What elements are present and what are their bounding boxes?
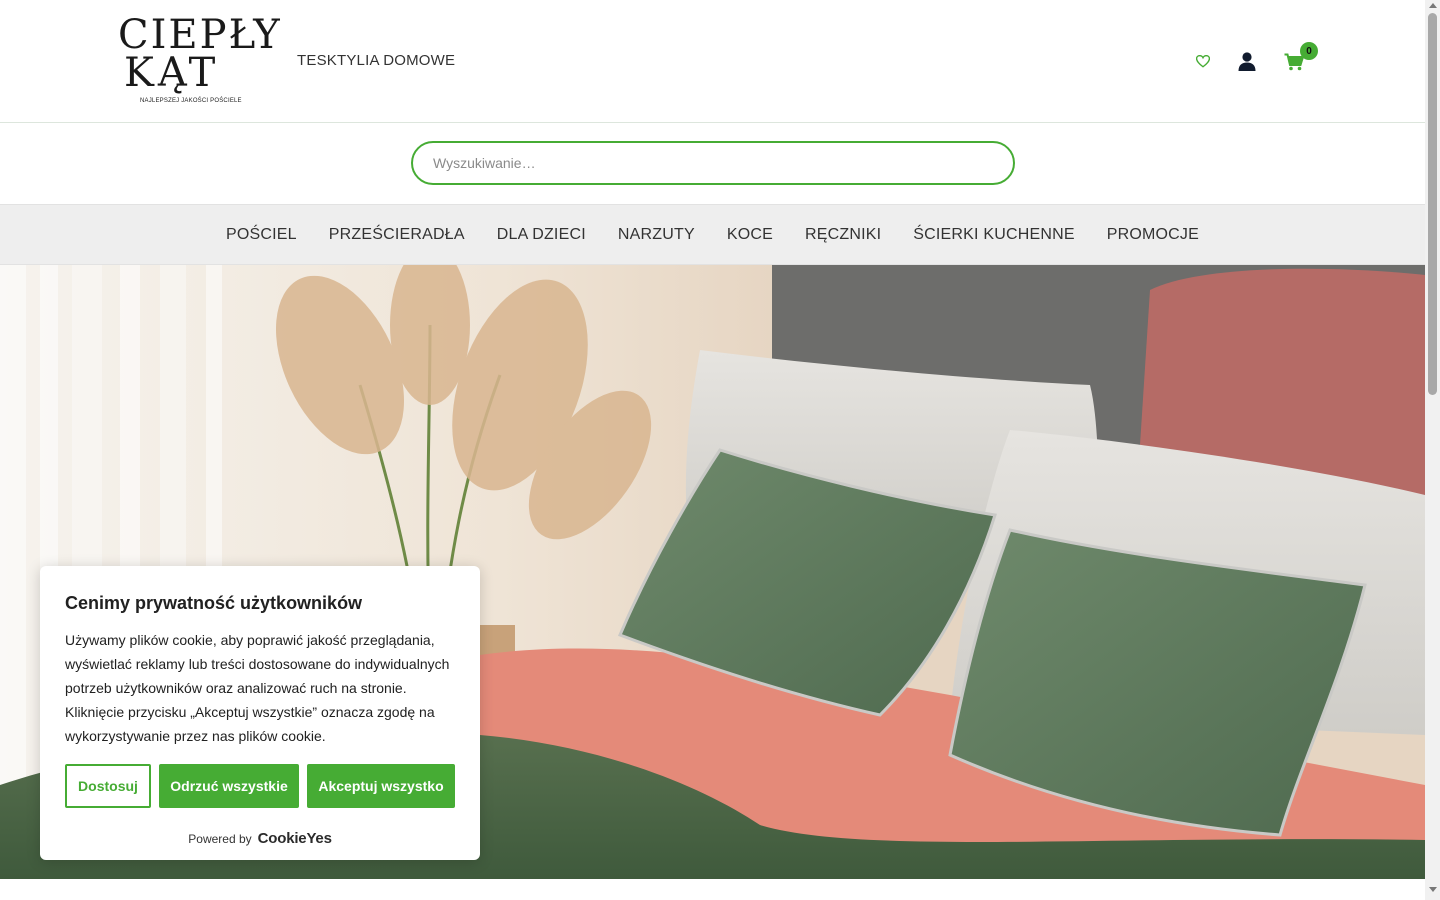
nav-item-scierki-kuchenne[interactable]: ŚCIERKI KUCHENNE [897,226,1090,244]
wishlist-button[interactable] [1193,51,1213,71]
nav-item-promocje[interactable]: PROMOCJE [1091,226,1215,244]
nav-item-dla-dzieci[interactable]: DLA DZIECI [481,226,602,244]
nav-item-reczniki[interactable]: RĘCZNIKI [789,226,897,244]
powered-by: Powered by CookieYes [65,830,455,847]
accept-all-button[interactable]: Akceptuj wszystko [307,764,455,808]
cookieyes-logo[interactable]: CookieYes [258,830,332,847]
search-input[interactable] [413,143,1013,183]
site-logo[interactable]: CIEPŁY KĄT NAJLEPSZEJ JAKOŚCI POŚCIELE [112,12,280,110]
page-scrollbar[interactable] [1425,0,1440,900]
nav-item-narzuty[interactable]: NARZUTY [602,226,711,244]
customize-button[interactable]: Dostosuj [65,764,151,808]
nav-item-posciel[interactable]: POŚCIEL [210,226,313,244]
search-bar-section [0,123,1425,204]
cart-count-badge: 0 [1300,42,1318,60]
scrollbar-thumb[interactable] [1428,13,1437,395]
main-navigation: POŚCIEL PRZEŚCIERADŁA DLA DZIECI NARZUTY… [0,204,1425,265]
nav-item-koce[interactable]: KOCE [711,226,789,244]
heart-icon [1196,54,1210,68]
scroll-down-arrow-icon[interactable] [1429,887,1437,892]
logo-tagline: NAJLEPSZEJ JAKOŚCI POŚCIELE [140,98,242,104]
cookie-consent-banner: Cenimy prywatność użytkowników Używamy p… [40,566,480,860]
user-icon [1238,51,1256,71]
nav-item-przescieradla[interactable]: PRZEŚCIERADŁA [313,226,481,244]
search-box [411,141,1015,185]
account-button[interactable] [1236,50,1258,72]
cookie-description: Używamy plików cookie, aby poprawić jako… [65,632,450,744]
header-tagline: TESKTYLIA DOMOWE [297,52,456,69]
powered-by-label: Powered by [188,831,252,846]
reject-all-button[interactable]: Odrzuć wszystkie [159,764,299,808]
logo-line-2: KĄT [124,50,220,96]
cookie-title: Cenimy prywatność użytkowników [65,593,363,613]
site-header: CIEPŁY KĄT NAJLEPSZEJ JAKOŚCI POŚCIELE T… [0,0,1425,123]
cookie-button-row: Dostosuj Odrzuć wszystkie Akceptuj wszys… [65,764,455,808]
scroll-up-arrow-icon[interactable] [1429,3,1437,8]
